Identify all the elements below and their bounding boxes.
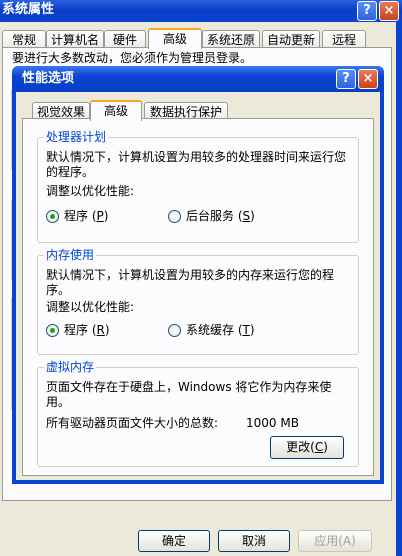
admin-note: 要进行大多数改动，您必须作为管理员登录。 [12,51,253,65]
memory-description: 默认情况下，计算机设置为用较多的内存来运行您的程序。 [46,268,335,297]
memory-adjust-label: 调整以优化性能: [46,300,135,314]
dialog-close-icon[interactable]: × [358,69,378,89]
processor-programs-label[interactable]: 程序 (P) [64,209,108,224]
dialog-help-icon[interactable]: ? [336,69,356,89]
change-button[interactable]: 更改(C) [270,436,344,459]
processor-programs-radio[interactable] [46,210,59,223]
apply-button[interactable]: 应用(A) [298,530,372,552]
dialog-advanced-panel: 处理器计划 默认情况下，计算机设置为用较多的处理器时间来运行您的程序。 调整以优… [22,118,374,476]
system-properties-titlebar[interactable]: 系统属性 ? × [0,0,402,22]
processor-background-radio[interactable] [168,210,181,223]
dialog-frame: 视觉效果 高级 数据执行保护 处理器计划 默认情况下，计算机设置为用较多的处理器… [12,92,384,484]
memory-legend: 内存使用 [44,247,97,263]
help-icon[interactable]: ? [357,1,377,21]
tab-dialog-advanced[interactable]: 高级 [90,100,142,121]
paging-file-total-label: 所有驱动器页面文件大小的总数: [46,416,219,430]
processor-description: 默认情况下，计算机设置为用较多的处理器时间来运行您的程序。 [46,150,347,179]
virtual-memory-legend: 虚拟内存 [44,359,97,375]
memory-usage-group: 内存使用 默认情况下，计算机设置为用较多的内存来运行您的程序。 调整以优化性能:… [37,247,359,355]
tab-advanced[interactable]: 高级 [148,28,202,49]
processor-adjust-label: 调整以优化性能: [46,184,135,198]
processor-scheduling-group: 处理器计划 默认情况下，计算机设置为用较多的处理器时间来运行您的程序。 调整以优… [37,129,359,243]
window-title: 系统属性 [2,2,55,17]
memory-programs-label[interactable]: 程序 (R) [64,323,110,338]
ok-button[interactable]: 确定 [138,530,210,552]
memory-programs-radio[interactable] [46,324,59,337]
dialog-body: 视觉效果 高级 数据执行保护 处理器计划 默认情况下，计算机设置为用较多的处理器… [16,92,380,480]
tab-system-restore[interactable]: 系统还原 [202,30,260,48]
memory-system-cache-radio[interactable] [168,324,181,337]
window-border [396,22,402,556]
close-icon[interactable]: × [379,1,399,21]
dialog-title: 性能选项 [22,71,75,86]
tab-hardware[interactable]: 硬件 [104,30,146,48]
tab-auto-update[interactable]: 自动更新 [262,30,320,48]
memory-system-cache-label[interactable]: 系统缓存 (T) [186,323,255,338]
processor-background-label[interactable]: 后台服务 (S) [186,209,255,224]
dialog-tabs: 视觉效果 高级 数据执行保护 [22,100,372,121]
performance-options-dialog: 性能选项 ? × 视觉效果 高级 数据执行保护 处理器计划 默认情况下，计算机设… [12,66,384,484]
dialog-titlebar[interactable]: 性能选项 ? × [12,66,384,92]
cancel-button[interactable]: 取消 [218,530,290,552]
tab-remote[interactable]: 远程 [322,30,366,48]
paging-file-total-value: 1000 MB [246,416,299,430]
processor-legend: 处理器计划 [44,129,109,145]
system-properties-tabs: 常规 计算机名 硬件 高级 系统还原 自动更新 远程 [0,28,396,49]
virtual-memory-description: 页面文件存在于硬盘上，Windows 将它作为内存来使用。 [46,380,332,409]
virtual-memory-group: 虚拟内存 页面文件存在于硬盘上，Windows 将它作为内存来使用。 所有驱动器… [37,359,359,467]
tab-computer-name[interactable]: 计算机名 [46,30,104,48]
tab-general[interactable]: 常规 [2,30,46,48]
